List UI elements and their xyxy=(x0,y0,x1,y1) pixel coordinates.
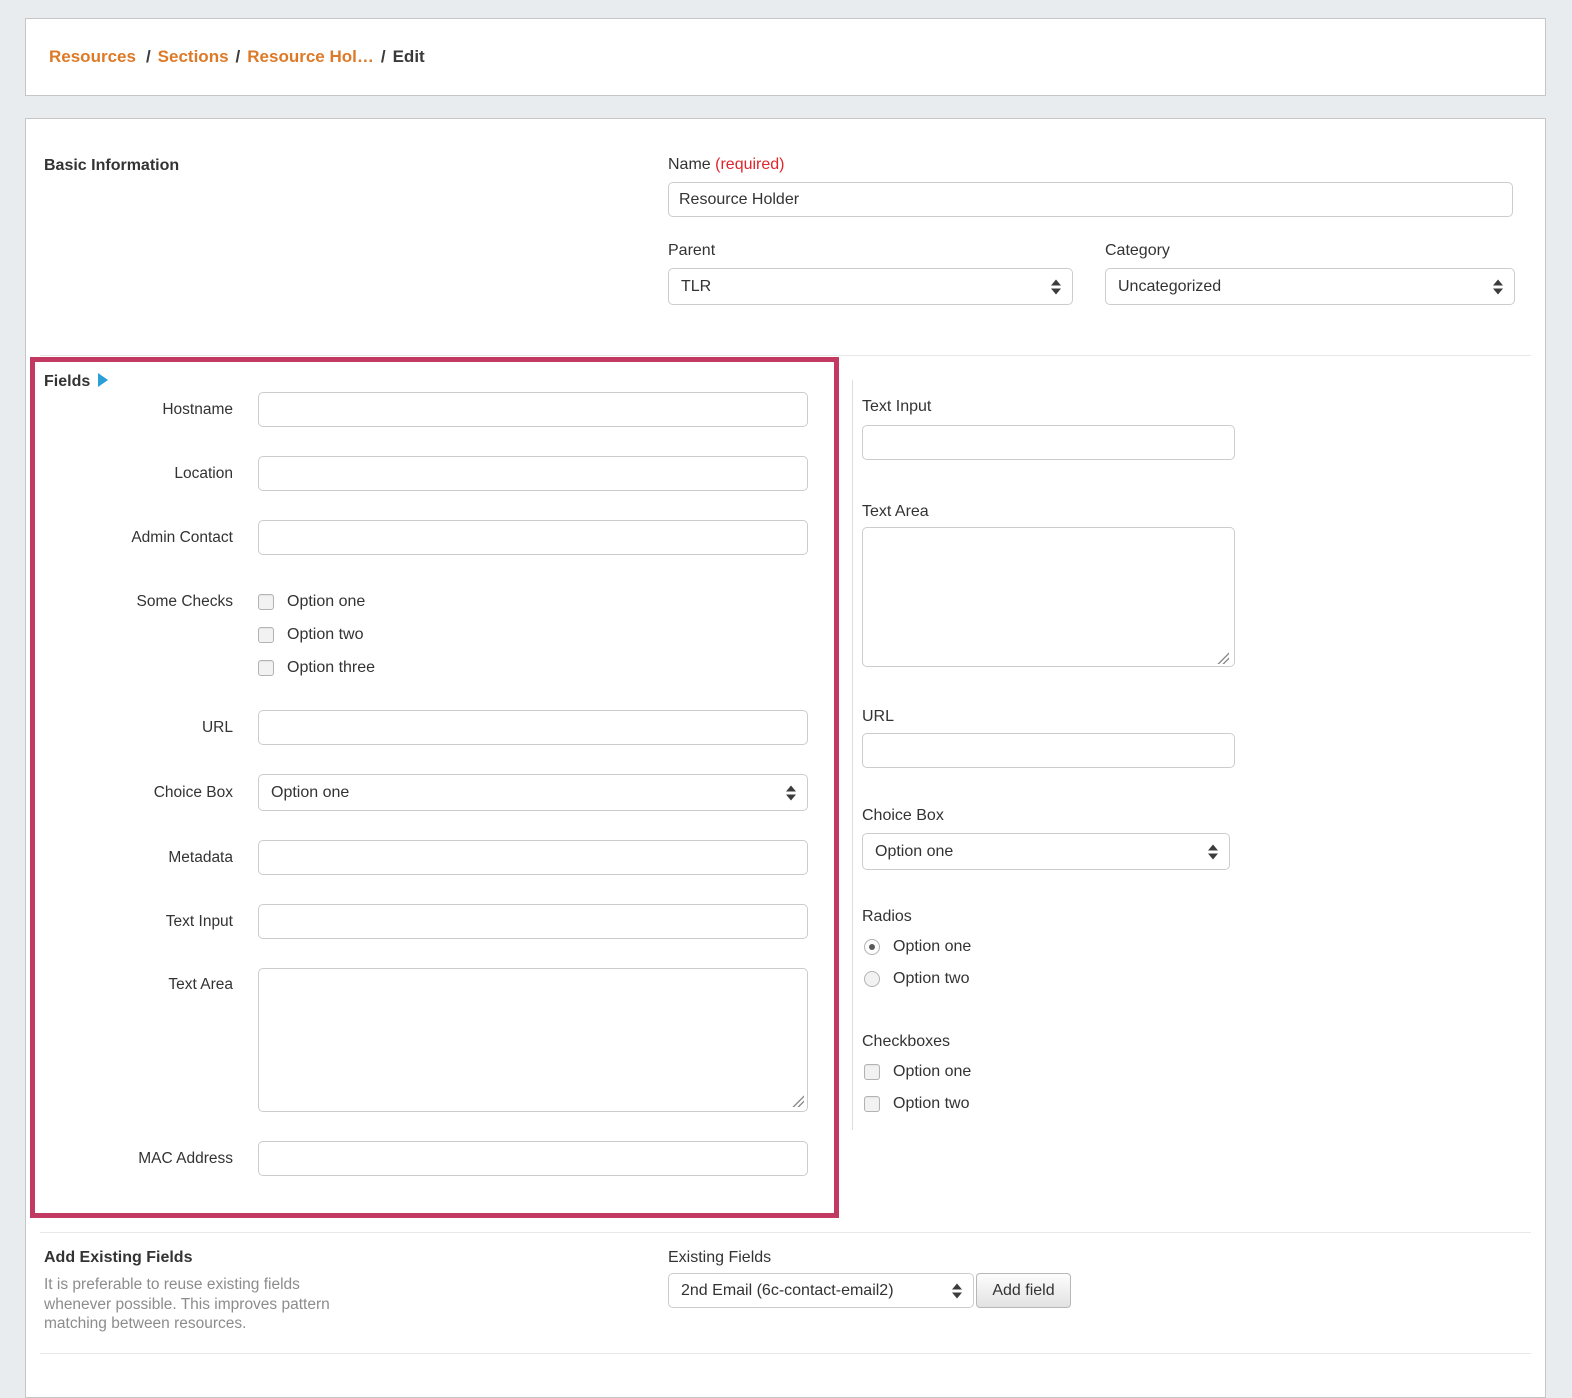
breadcrumb-current: Edit xyxy=(393,47,425,66)
checkbox[interactable] xyxy=(864,1096,880,1112)
fields-heading: Fields xyxy=(44,372,108,391)
name-input[interactable] xyxy=(668,182,1513,217)
checkbox[interactable] xyxy=(258,660,274,676)
select-arrows-icon xyxy=(1208,844,1218,859)
choice-box-select[interactable]: Option one xyxy=(258,774,808,811)
checkbox-option: Option two xyxy=(864,1091,971,1117)
radios-group: Option one Option two xyxy=(864,934,971,998)
url-label: URL xyxy=(40,710,258,745)
existing-fields-label: Existing Fields xyxy=(668,1249,771,1267)
checkboxes-group: Option one Option two xyxy=(864,1059,971,1123)
breadcrumb-separator: / xyxy=(236,47,241,66)
field-row-choice-box: Choice Box Option one xyxy=(40,774,808,811)
checkbox-label[interactable]: Option three xyxy=(287,659,375,677)
checkbox-option: Option three xyxy=(258,651,375,684)
name-label: Name (required) xyxy=(668,156,785,174)
field-row-admin-contact: Admin Contact xyxy=(40,520,808,555)
mac-address-label: MAC Address xyxy=(40,1141,258,1176)
radio-option: Option one xyxy=(864,934,971,960)
radios-label: Radios xyxy=(862,908,912,926)
breadcrumb-separator: / xyxy=(381,47,386,66)
checkbox-label[interactable]: Option one xyxy=(893,1063,971,1081)
some-checks-group: Option one Option two Option three xyxy=(258,585,375,684)
checkbox[interactable] xyxy=(258,627,274,643)
checkbox[interactable] xyxy=(258,594,274,610)
admin-contact-label: Admin Contact xyxy=(40,520,258,555)
hostname-input[interactable] xyxy=(258,392,808,427)
header-card: Resources / Sections / Resource Hol… / Edit xyxy=(25,18,1546,96)
radio-label[interactable]: Option one xyxy=(893,938,971,956)
mac-address-input[interactable] xyxy=(258,1141,808,1176)
section-divider xyxy=(40,1232,1531,1233)
text-input-label: Text Input xyxy=(40,904,258,939)
field-row-text-input: Text Input xyxy=(40,904,808,939)
url-input[interactable] xyxy=(258,710,808,745)
field-row-location: Location xyxy=(40,456,808,491)
field-row-mac-address: MAC Address xyxy=(40,1141,808,1176)
text-area-label: Text Area xyxy=(40,968,258,1001)
radio-button[interactable] xyxy=(864,939,880,955)
section-divider xyxy=(40,1353,1531,1354)
existing-fields-select[interactable]: 2nd Email (6c-contact-email2) xyxy=(668,1273,974,1308)
breadcrumb-separator: / xyxy=(146,47,151,66)
location-label: Location xyxy=(40,456,258,491)
rc-choice-box-label: Choice Box xyxy=(862,807,944,825)
section-heading-basic-information: Basic Information xyxy=(44,157,179,175)
add-field-button[interactable]: Add field xyxy=(976,1273,1071,1308)
field-row-text-area: Text Area xyxy=(40,968,808,1112)
checkboxes-label: Checkboxes xyxy=(862,1033,950,1051)
admin-contact-input[interactable] xyxy=(258,520,808,555)
select-arrows-icon xyxy=(1051,279,1061,294)
select-arrows-icon xyxy=(786,785,796,800)
checkbox-label[interactable]: Option one xyxy=(287,593,365,611)
checkbox-option: Option two xyxy=(258,618,375,651)
select-arrows-icon xyxy=(952,1283,962,1298)
breadcrumb-link-parent[interactable]: Resource Hol… xyxy=(247,47,374,66)
metadata-input[interactable] xyxy=(258,840,808,875)
rc-url-label: URL xyxy=(862,708,894,726)
choice-box-label: Choice Box xyxy=(40,774,258,811)
field-row-hostname: Hostname xyxy=(40,392,808,427)
radio-button[interactable] xyxy=(864,971,880,987)
section-divider xyxy=(40,355,1531,356)
required-note: (required) xyxy=(715,156,784,173)
hostname-label: Hostname xyxy=(40,392,258,427)
category-label: Category xyxy=(1105,242,1170,260)
breadcrumb-link-sections[interactable]: Sections xyxy=(158,47,229,66)
radio-option: Option two xyxy=(864,966,971,992)
rc-choice-box-select[interactable]: Option one xyxy=(862,833,1230,870)
breadcrumb-link-resources[interactable]: Resources xyxy=(49,47,136,66)
rc-text-input-label: Text Input xyxy=(862,398,931,416)
checkbox[interactable] xyxy=(864,1064,880,1080)
text-area-wrap xyxy=(258,968,808,1112)
field-row-some-checks: Some Checks Option one Option two Option… xyxy=(40,585,375,684)
rc-text-input-field[interactable] xyxy=(862,425,1235,460)
text-input-field[interactable] xyxy=(258,904,808,939)
checkbox-option: Option one xyxy=(864,1059,971,1085)
field-row-url: URL xyxy=(40,710,808,745)
expand-triangle-icon[interactable] xyxy=(98,373,108,387)
rc-text-area-field[interactable] xyxy=(862,527,1235,667)
page: Resources / Sections / Resource Hol… / Edit Ba… xyxy=(0,0,1572,1368)
some-checks-label: Some Checks xyxy=(40,585,258,618)
field-row-metadata: Metadata xyxy=(40,840,808,875)
text-area-field[interactable] xyxy=(258,968,808,1112)
checkbox-label[interactable]: Option two xyxy=(287,626,363,644)
radio-label[interactable]: Option two xyxy=(893,970,969,988)
checkbox-option: Option one xyxy=(258,585,375,618)
category-select[interactable]: Uncategorized xyxy=(1105,268,1515,305)
rc-url-input[interactable] xyxy=(862,733,1235,768)
main-card: Basic Information Name (required) Parent… xyxy=(25,118,1546,1398)
location-input[interactable] xyxy=(258,456,808,491)
metadata-label: Metadata xyxy=(40,840,258,875)
checkbox-label[interactable]: Option two xyxy=(893,1095,969,1113)
select-arrows-icon xyxy=(1493,279,1503,294)
breadcrumb: Resources / Sections / Resource Hol… / Edit xyxy=(49,47,425,67)
rc-text-area-label: Text Area xyxy=(862,503,929,521)
parent-select[interactable]: TLR xyxy=(668,268,1073,305)
add-existing-description: It is preferable to reuse existing field… xyxy=(44,1275,404,1334)
parent-label: Parent xyxy=(668,242,715,260)
add-existing-heading: Add Existing Fields xyxy=(44,1249,192,1267)
column-divider xyxy=(852,380,853,1130)
